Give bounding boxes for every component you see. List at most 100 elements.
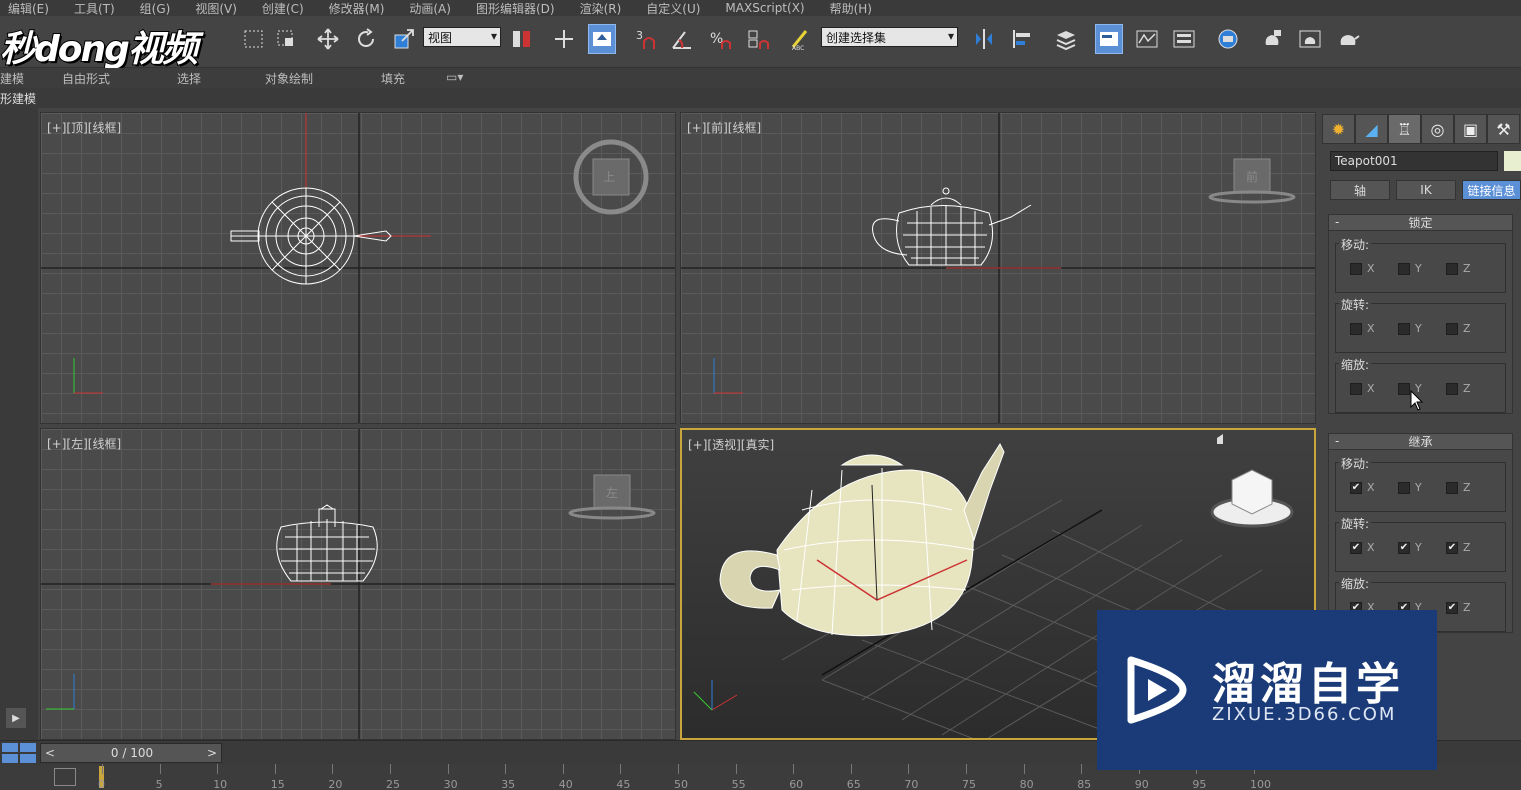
named-selection-dropdown[interactable]: 创建选择集 ▾ (821, 27, 958, 47)
inherit-rollout-header[interactable]: - 继承 (1329, 434, 1512, 450)
tab-modify[interactable]: ◢ (1355, 114, 1388, 144)
render-production-button[interactable] (1334, 24, 1362, 54)
scale-button[interactable] (390, 24, 418, 54)
checkbox-box[interactable] (1446, 322, 1458, 335)
checkbox-box[interactable] (1350, 262, 1362, 275)
inherit-move-y-checkbox[interactable]: Y (1398, 481, 1446, 494)
pivot-center-button[interactable] (507, 24, 535, 54)
time-slider[interactable]: < 0 / 100 > (40, 743, 222, 763)
checkbox-box[interactable] (1350, 382, 1362, 395)
rotate-button[interactable] (352, 24, 380, 54)
lock-move-y-checkbox[interactable]: Y (1398, 262, 1446, 275)
object-name-field[interactable]: Teapot001 (1330, 151, 1498, 171)
lock-scale-x-checkbox[interactable]: X (1350, 382, 1398, 395)
inherit-rotate-z-checkbox[interactable]: ✔ Z (1446, 541, 1494, 554)
scene-explorer-icon (1100, 32, 1118, 46)
edit-named-selection-button[interactable]: ABC (786, 24, 814, 54)
snaps-toggle-button[interactable]: 3 (632, 24, 660, 54)
checkbox-box[interactable] (1446, 382, 1458, 395)
tab-populate[interactable]: 填充 (381, 70, 405, 87)
menu-customize[interactable]: 自定义(U) (646, 0, 700, 17)
checkbox-box[interactable] (1350, 322, 1362, 335)
menu-maxscript[interactable]: MAXScript(X) (725, 1, 804, 15)
lock-move-x-checkbox[interactable]: X (1350, 262, 1398, 275)
expand-play-icon[interactable]: ▶ (6, 708, 26, 728)
manipulate-icon (555, 30, 573, 48)
tab-selection[interactable]: 选择 (177, 70, 201, 87)
material-editor-button[interactable] (1214, 24, 1242, 54)
menu-rendering[interactable]: 渲染(R) (580, 0, 622, 17)
inherit-move-x-checkbox[interactable]: ✔ X (1350, 481, 1398, 494)
link-info-button[interactable]: 链接信息 (1462, 180, 1521, 200)
checkbox-box[interactable]: ✔ (1446, 601, 1458, 614)
menu-group[interactable]: 组(G) (140, 0, 171, 17)
next-frame-icon[interactable]: > (203, 744, 221, 762)
keyboard-shortcut-override-button[interactable] (588, 24, 616, 54)
inherit-rotate-y-checkbox[interactable]: ✔ Y (1398, 541, 1446, 554)
render-setup-button[interactable] (1258, 24, 1286, 54)
inherit-rotate-x-checkbox[interactable]: ✔ X (1350, 541, 1398, 554)
inherit-move-z-checkbox[interactable]: Z (1446, 481, 1494, 494)
checkbox-box[interactable]: ✔ (1398, 541, 1410, 554)
inherit-scale-z-checkbox[interactable]: ✔ Z (1446, 601, 1494, 614)
lock-rotate-x-checkbox[interactable]: X (1350, 322, 1398, 335)
ribbon-options-button[interactable]: ▭▾ (446, 70, 463, 84)
lock-rotate-z-checkbox[interactable]: Z (1446, 322, 1494, 335)
lock-scale-z-checkbox[interactable]: Z (1446, 382, 1494, 395)
menu-views[interactable]: 视图(V) (195, 0, 237, 17)
tab-display[interactable]: ▣ (1454, 114, 1487, 144)
checkbox-box[interactable] (1446, 262, 1458, 275)
checkbox-box[interactable] (1446, 481, 1458, 494)
checkbox-box[interactable]: ✔ (1350, 481, 1362, 494)
command-panel-tabs: ✹ ◢ ♖ ◎ ▣ ⚒ (1322, 114, 1521, 144)
align-button[interactable] (1008, 24, 1036, 54)
checkbox-box[interactable] (1398, 382, 1410, 395)
angle-snap-button[interactable] (668, 24, 696, 54)
percent-snap-button[interactable]: % (706, 24, 734, 54)
mini-curve-editor-icon[interactable] (54, 768, 76, 786)
menu-modifiers[interactable]: 修改器(M) (329, 0, 385, 17)
tab-object-paint[interactable]: 对象绘制 (265, 70, 313, 87)
reference-coord-dropdown[interactable]: 视图 ▾ (423, 27, 501, 47)
tab-hierarchy[interactable]: ♖ (1388, 114, 1421, 144)
mirror-button[interactable] (970, 24, 998, 54)
tab-utilities[interactable]: ⚒ (1487, 114, 1520, 144)
tab-modeling[interactable]: 建模 (0, 70, 24, 87)
checkbox-box[interactable] (1398, 481, 1410, 494)
lock-move-z-checkbox[interactable]: Z (1446, 262, 1494, 275)
layer-explorer-button[interactable] (1052, 24, 1080, 54)
tab-freeform[interactable]: 自由形式 (62, 70, 110, 87)
window-crossing-button[interactable] (272, 24, 300, 54)
viewcube-home-icon[interactable] (1217, 434, 1223, 444)
checkbox-box[interactable] (1398, 262, 1410, 275)
menu-edit[interactable]: 编辑(E) (8, 0, 49, 17)
scene-explorer-button[interactable] (1095, 24, 1123, 54)
viewport-top[interactable]: [+][顶][线框] 上 (40, 112, 676, 424)
menu-help[interactable]: 帮助(H) (830, 0, 872, 17)
viewport-layout-icon[interactable] (2, 743, 36, 763)
rendered-frame-window-button[interactable] (1296, 24, 1324, 54)
ik-button[interactable]: IK (1396, 180, 1456, 200)
checkbox-box[interactable] (1398, 322, 1410, 335)
pivot-button[interactable]: 轴 (1330, 180, 1390, 200)
menu-create[interactable]: 创建(C) (262, 0, 304, 17)
checkbox-box[interactable]: ✔ (1446, 541, 1458, 554)
ruler-tick-line (332, 764, 334, 774)
viewport-front[interactable]: [+][前][线框] 前 (680, 112, 1316, 424)
lock-rotate-y-checkbox[interactable]: Y (1398, 322, 1446, 335)
prev-frame-icon[interactable]: < (41, 744, 59, 762)
checkbox-box[interactable]: ✔ (1350, 541, 1362, 554)
object-color-swatch[interactable] (1504, 151, 1521, 171)
viewport-left[interactable]: [+][左][线框] 左 (40, 428, 676, 740)
locks-rollout-header[interactable]: - 锁定 (1329, 215, 1512, 231)
select-manipulate-button[interactable] (550, 24, 578, 54)
menu-graph-editors[interactable]: 图形编辑器(D) (476, 0, 555, 17)
spinner-snap-button[interactable] (744, 24, 772, 54)
tab-create[interactable]: ✹ (1322, 114, 1355, 144)
menu-tools[interactable]: 工具(T) (74, 0, 115, 17)
schematic-view-button[interactable] (1170, 24, 1198, 54)
curve-editor-button[interactable] (1133, 24, 1161, 54)
move-button[interactable] (314, 24, 342, 54)
menu-animation[interactable]: 动画(A) (409, 0, 451, 17)
tab-motion[interactable]: ◎ (1421, 114, 1454, 144)
